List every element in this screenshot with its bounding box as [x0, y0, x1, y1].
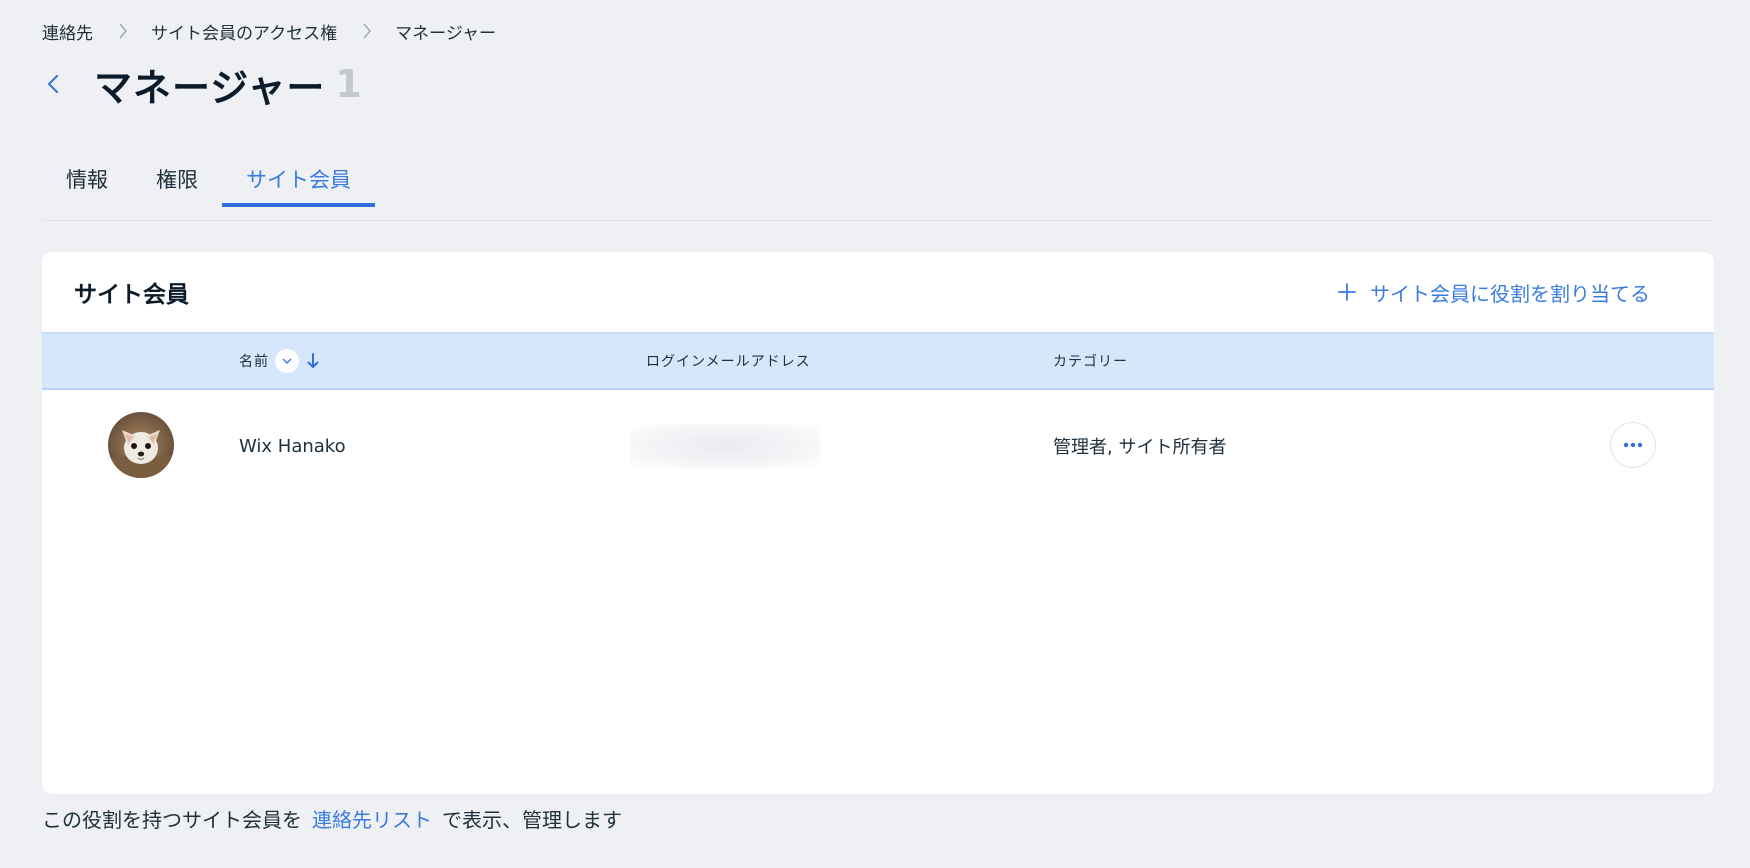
assign-role-label: サイト会員に役割を割り当てる [1370, 281, 1650, 306]
column-header-name[interactable]: 名前 [239, 334, 321, 388]
column-label-name: 名前 [239, 354, 269, 370]
column-label-email: ログインメールアドレス [646, 354, 811, 370]
avatar [108, 412, 174, 478]
tab-info[interactable]: 情報 [42, 150, 132, 206]
footer-suffix: で表示、管理します [442, 808, 622, 832]
member-email-redacted [630, 390, 820, 502]
assign-role-button[interactable]: サイト会員に役割を割り当てる [1336, 278, 1650, 307]
page-header: マネージャー 1 [42, 56, 362, 112]
redacted-email [630, 424, 820, 468]
member-category: 管理者, サイト所有者 [1053, 437, 1227, 458]
table-header: 名前 ログインメールアドレス カテゴリー [42, 332, 1714, 390]
breadcrumb-member-access[interactable]: サイト会員のアクセス権 [151, 19, 337, 44]
tab-site-members[interactable]: サイト会員 [222, 150, 375, 207]
more-actions-button[interactable] [1610, 422, 1656, 468]
contact-list-link[interactable]: 連絡先リスト [312, 804, 432, 833]
column-header-email: ログインメールアドレス [646, 334, 811, 388]
member-name: Wix Hanako [239, 435, 346, 457]
chevron-right-icon [359, 21, 375, 41]
tab-permissions[interactable]: 権限 [132, 150, 222, 206]
chevron-right-icon [115, 21, 131, 41]
footer-prefix: この役割を持つサイト会員を [42, 808, 302, 832]
page-title: マネージャー [94, 65, 326, 110]
breadcrumb: 連絡先 サイト会員のアクセス権 マネージャー [42, 18, 496, 44]
breadcrumb-contacts[interactable]: 連絡先 [42, 19, 93, 44]
plus-icon [1336, 281, 1358, 303]
column-header-category: カテゴリー [1053, 334, 1128, 388]
chevron-down-icon[interactable] [275, 349, 299, 373]
members-card: サイト会員 サイト会員に役割を割り当てる 名前 ログインメールアドレス カテゴリ… [42, 252, 1714, 794]
table-row[interactable]: Wix Hanako 管理者, サイト所有者 [42, 390, 1714, 502]
tab-bar: 情報 権限 サイト会員 [42, 150, 1714, 221]
member-count: 1 [335, 62, 362, 106]
column-label-category: カテゴリー [1053, 354, 1128, 370]
footer-note: この役割を持つサイト会員を 連絡先リスト で表示、管理します [42, 804, 622, 833]
card-header: サイト会員 サイト会員に役割を割り当てる [42, 252, 1714, 332]
ellipsis-icon [1623, 442, 1643, 448]
card-title: サイト会員 [74, 282, 189, 308]
back-arrow-icon[interactable] [42, 69, 64, 99]
sort-arrow-down-icon[interactable] [305, 352, 321, 370]
breadcrumb-manager: マネージャー [395, 23, 496, 44]
